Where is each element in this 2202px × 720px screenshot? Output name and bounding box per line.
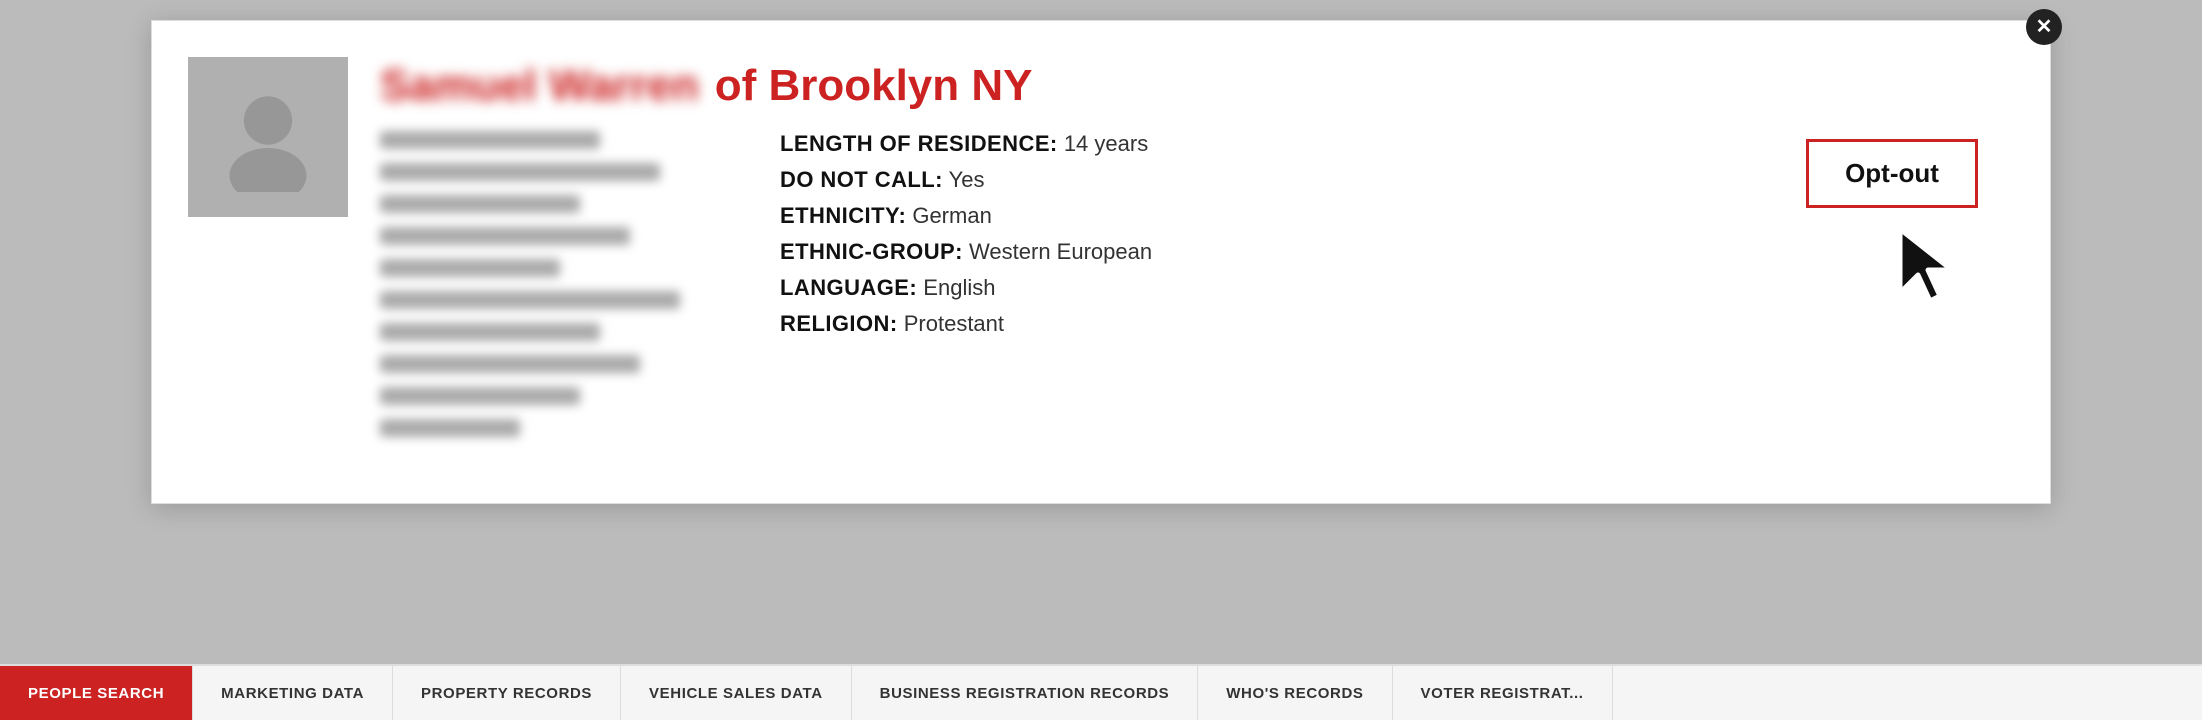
blurred-detail-7 xyxy=(380,323,600,341)
left-details-blurred xyxy=(380,131,720,443)
bottom-tabs: PEOPLE SEARCHMARKETING DATAPROPERTY RECO… xyxy=(0,666,1613,720)
detail-item: DO NOT CALL: Yes xyxy=(780,167,1722,193)
detail-item: ETHNIC-GROUP: Western European xyxy=(780,239,1722,265)
person-location: of Brooklyn NY xyxy=(715,61,1033,111)
bottom-tab-marketing-data[interactable]: MARKETING DATA xyxy=(193,666,393,720)
blurred-detail-3 xyxy=(380,195,580,213)
blurred-detail-2 xyxy=(380,163,660,181)
bottom-tab-voter-registrat[interactable]: VOTER REGISTRAT... xyxy=(1393,666,1613,720)
title-row: Samuel Warren of Brooklyn NY xyxy=(380,61,2002,111)
bottom-tab-vehicle-sales-data[interactable]: VEHICLE SALES DATA xyxy=(621,666,852,720)
modal-header: Samuel Warren of Brooklyn NY xyxy=(188,57,2002,443)
blurred-detail-4 xyxy=(380,227,630,245)
right-details: LENGTH OF RESIDENCE: 14 years DO NOT CALL… xyxy=(780,131,1722,443)
blurred-detail-9 xyxy=(380,387,580,405)
details-container: LENGTH OF RESIDENCE: 14 years DO NOT CALL… xyxy=(380,131,2002,443)
blurred-detail-8 xyxy=(380,355,640,373)
optout-area: Opt-out xyxy=(1782,131,2002,443)
detail-item: LANGUAGE: English xyxy=(780,275,1722,301)
bottom-tab-people-search[interactable]: PEOPLE SEARCH xyxy=(0,666,193,720)
blurred-detail-1 xyxy=(380,131,600,149)
bottom-tab-whos-records[interactable]: WHO'S RECORDS xyxy=(1198,666,1392,720)
detail-item: RELIGION: Protestant xyxy=(780,311,1722,337)
detail-item: ETHNICITY: German xyxy=(780,203,1722,229)
close-icon: ✕ xyxy=(2036,17,2053,37)
bottom-tab-business-registration-records[interactable]: BUSINESS REGISTRATION RECORDS xyxy=(852,666,1199,720)
title-area: Samuel Warren of Brooklyn NY xyxy=(380,57,2002,443)
profile-modal: ✕ Samuel Warren of Brooklyn NY xyxy=(151,20,2051,504)
blurred-detail-10 xyxy=(380,419,520,437)
blurred-detail-5 xyxy=(380,259,560,277)
bottom-tab-bar: PEOPLE SEARCHMARKETING DATAPROPERTY RECO… xyxy=(0,664,2202,720)
person-name-blurred: Samuel Warren xyxy=(380,61,699,111)
optout-button[interactable]: Opt-out xyxy=(1806,139,1978,208)
bottom-tab-property-records[interactable]: PROPERTY RECORDS xyxy=(393,666,621,720)
blurred-detail-6 xyxy=(380,291,680,309)
cursor-arrow xyxy=(1892,221,1972,316)
avatar xyxy=(188,57,348,217)
detail-item: LENGTH OF RESIDENCE: 14 years xyxy=(780,131,1722,157)
close-button[interactable]: ✕ xyxy=(2026,9,2062,45)
